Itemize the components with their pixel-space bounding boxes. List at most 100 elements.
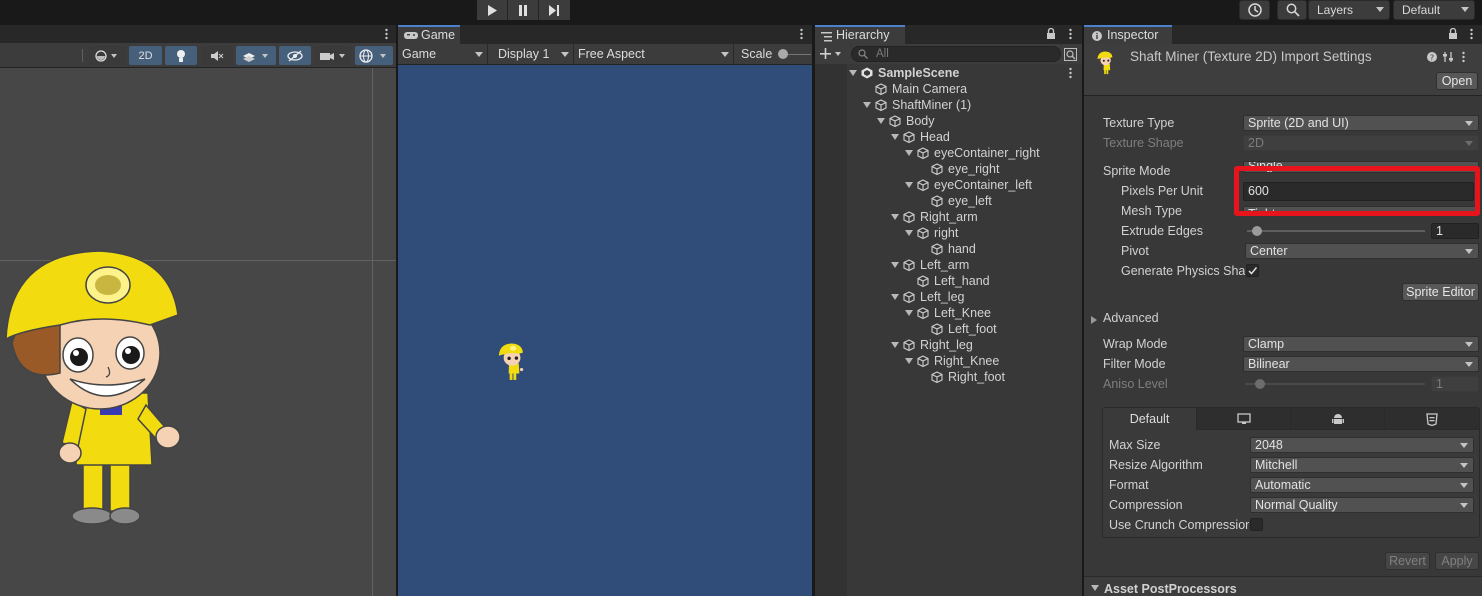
platform-tab-standalone[interactable] bbox=[1197, 408, 1291, 430]
extrude-slider-knob[interactable] bbox=[1252, 226, 1262, 236]
foldout-arrow-icon[interactable] bbox=[905, 310, 913, 316]
sprite-mode-label: Sprite Mode bbox=[1103, 164, 1171, 178]
hierarchy-item[interactable]: Right_leg bbox=[815, 337, 1082, 353]
lock-icon[interactable] bbox=[1448, 28, 1458, 40]
lighting-toggle[interactable] bbox=[165, 46, 197, 65]
play-icon bbox=[488, 4, 497, 16]
scene-visibility-toggle[interactable] bbox=[279, 46, 311, 65]
presets-icon[interactable] bbox=[1442, 51, 1454, 63]
foldout-arrow-icon[interactable] bbox=[905, 182, 913, 188]
sprite-editor-button[interactable]: Sprite Editor bbox=[1402, 283, 1479, 301]
hierarchy-item[interactable]: Right_arm bbox=[815, 209, 1082, 225]
generate-physics-shape-checkbox[interactable] bbox=[1246, 264, 1259, 277]
foldout-arrow-icon[interactable] bbox=[849, 70, 857, 76]
asset-postprocessors-foldout[interactable]: Asset PostProcessors bbox=[1084, 576, 1482, 596]
crunch-compression-checkbox[interactable] bbox=[1250, 518, 1263, 531]
hierarchy-item[interactable]: Right_Knee bbox=[815, 353, 1082, 369]
scale-control[interactable]: Scale bbox=[737, 44, 812, 64]
shaft-miner-sprite-scene[interactable] bbox=[0, 233, 185, 533]
apply-button[interactable]: Apply bbox=[1435, 552, 1479, 570]
advanced-foldout-arrow[interactable] bbox=[1090, 314, 1102, 324]
aspect-select[interactable]: Free Aspect bbox=[574, 44, 734, 64]
audio-toggle[interactable] bbox=[201, 46, 233, 65]
foldout-arrow-icon[interactable] bbox=[905, 230, 913, 236]
hierarchy-item[interactable]: Left_foot bbox=[815, 321, 1082, 337]
hierarchy-item[interactable]: ShaftMiner (1) bbox=[815, 97, 1082, 113]
scene-search-icon[interactable] bbox=[1064, 48, 1077, 61]
pause-button[interactable] bbox=[508, 0, 539, 20]
platform-tab-default[interactable]: Default bbox=[1103, 408, 1197, 430]
hierarchy-item[interactable]: right bbox=[815, 225, 1082, 241]
platform-tab-webgl[interactable] bbox=[1385, 408, 1479, 430]
hierarchy-item[interactable]: Left_arm bbox=[815, 257, 1082, 273]
foldout-arrow-icon[interactable] bbox=[863, 102, 871, 108]
open-button[interactable]: Open bbox=[1436, 72, 1478, 90]
pivot-dropdown[interactable]: Center bbox=[1245, 243, 1479, 259]
wrap-mode-dropdown[interactable]: Clamp bbox=[1243, 336, 1479, 352]
camera-dropdown[interactable] bbox=[314, 46, 351, 65]
lock-icon[interactable] bbox=[1046, 28, 1056, 40]
hierarchy-item[interactable]: Left_leg bbox=[815, 289, 1082, 305]
hierarchy-scene-row[interactable]: SampleScene bbox=[815, 65, 1082, 81]
foldout-arrow-icon[interactable] bbox=[891, 294, 899, 300]
foldout-arrow-icon[interactable] bbox=[891, 134, 899, 140]
foldout-arrow-icon[interactable] bbox=[905, 150, 913, 156]
extrude-edges-input[interactable]: 1 bbox=[1431, 223, 1479, 239]
resize-algorithm-dropdown[interactable]: Mitchell bbox=[1250, 457, 1474, 473]
hierarchy-item[interactable]: Head bbox=[815, 129, 1082, 145]
scene-menu-icon[interactable] bbox=[385, 28, 388, 40]
play-button[interactable] bbox=[477, 0, 508, 20]
layout-dropdown[interactable]: Default bbox=[1393, 0, 1475, 20]
gizmos-dropdown[interactable] bbox=[355, 46, 393, 65]
layers-dropdown[interactable]: Layers bbox=[1308, 0, 1390, 20]
max-size-label: Max Size bbox=[1109, 438, 1161, 452]
display-select[interactable]: Display 1 bbox=[494, 44, 574, 64]
game-view-select[interactable]: Game bbox=[398, 44, 488, 64]
hierarchy-item-label: eyeContainer_left bbox=[934, 178, 1032, 192]
hierarchy-menu-icon[interactable] bbox=[1069, 28, 1072, 40]
scene-row-menu-icon[interactable] bbox=[1069, 67, 1072, 79]
foldout-arrow-icon[interactable] bbox=[891, 342, 899, 348]
foldout-arrow-icon[interactable] bbox=[891, 214, 899, 220]
revert-button[interactable]: Revert bbox=[1385, 552, 1430, 570]
inspector-menu-icon[interactable] bbox=[1470, 28, 1473, 40]
hierarchy-item[interactable]: Left_hand bbox=[815, 273, 1082, 289]
extrude-slider-track[interactable] bbox=[1247, 230, 1425, 232]
hierarchy-item[interactable]: Left_Knee bbox=[815, 305, 1082, 321]
max-size-dropdown[interactable]: 2048 bbox=[1250, 437, 1474, 453]
help-icon[interactable]: ? bbox=[1427, 52, 1437, 62]
2d-mode-toggle[interactable]: 2D bbox=[129, 46, 162, 65]
advanced-foldout-label[interactable]: Advanced bbox=[1103, 311, 1159, 325]
foldout-arrow-icon[interactable] bbox=[905, 358, 913, 364]
hierarchy-item[interactable]: hand bbox=[815, 241, 1082, 257]
search-button[interactable] bbox=[1277, 0, 1307, 20]
hierarchy-search-input[interactable]: All bbox=[851, 46, 1061, 62]
info-icon bbox=[1092, 31, 1102, 41]
hierarchy-item[interactable]: eyeContainer_right bbox=[815, 145, 1082, 161]
foldout-arrow-icon[interactable] bbox=[877, 118, 885, 124]
hierarchy-item[interactable]: Body bbox=[815, 113, 1082, 129]
hierarchy-item[interactable]: eyeContainer_left bbox=[815, 177, 1082, 193]
platform-tab-android[interactable] bbox=[1291, 408, 1385, 430]
hierarchy-item[interactable]: Main Camera bbox=[815, 81, 1082, 97]
hierarchy-item[interactable]: eye_left bbox=[815, 193, 1082, 209]
tab-game[interactable]: Game bbox=[398, 25, 460, 44]
format-dropdown[interactable]: Automatic bbox=[1250, 477, 1474, 493]
compression-dropdown[interactable]: Normal Quality bbox=[1250, 497, 1474, 513]
game-menu-icon[interactable] bbox=[800, 28, 803, 43]
audio-muted-icon bbox=[211, 50, 224, 61]
texture-type-dropdown[interactable]: Sprite (2D and UI) bbox=[1243, 115, 1479, 131]
hierarchy-item[interactable]: Right_foot bbox=[815, 369, 1082, 385]
hierarchy-item[interactable]: eye_right bbox=[815, 161, 1082, 177]
foldout-arrow-icon[interactable] bbox=[891, 262, 899, 268]
create-dropdown[interactable] bbox=[819, 46, 845, 62]
step-button[interactable] bbox=[539, 0, 570, 20]
shading-mode-button[interactable] bbox=[89, 46, 125, 65]
effects-dropdown[interactable] bbox=[236, 46, 276, 65]
tab-inspector[interactable]: Inspector bbox=[1084, 25, 1172, 44]
component-menu-icon[interactable] bbox=[1462, 51, 1465, 63]
scale-slider-knob[interactable] bbox=[778, 49, 788, 59]
history-button[interactable] bbox=[1239, 0, 1270, 20]
tab-hierarchy[interactable]: Hierarchy bbox=[815, 25, 905, 44]
filter-mode-dropdown[interactable]: Bilinear bbox=[1243, 356, 1479, 372]
